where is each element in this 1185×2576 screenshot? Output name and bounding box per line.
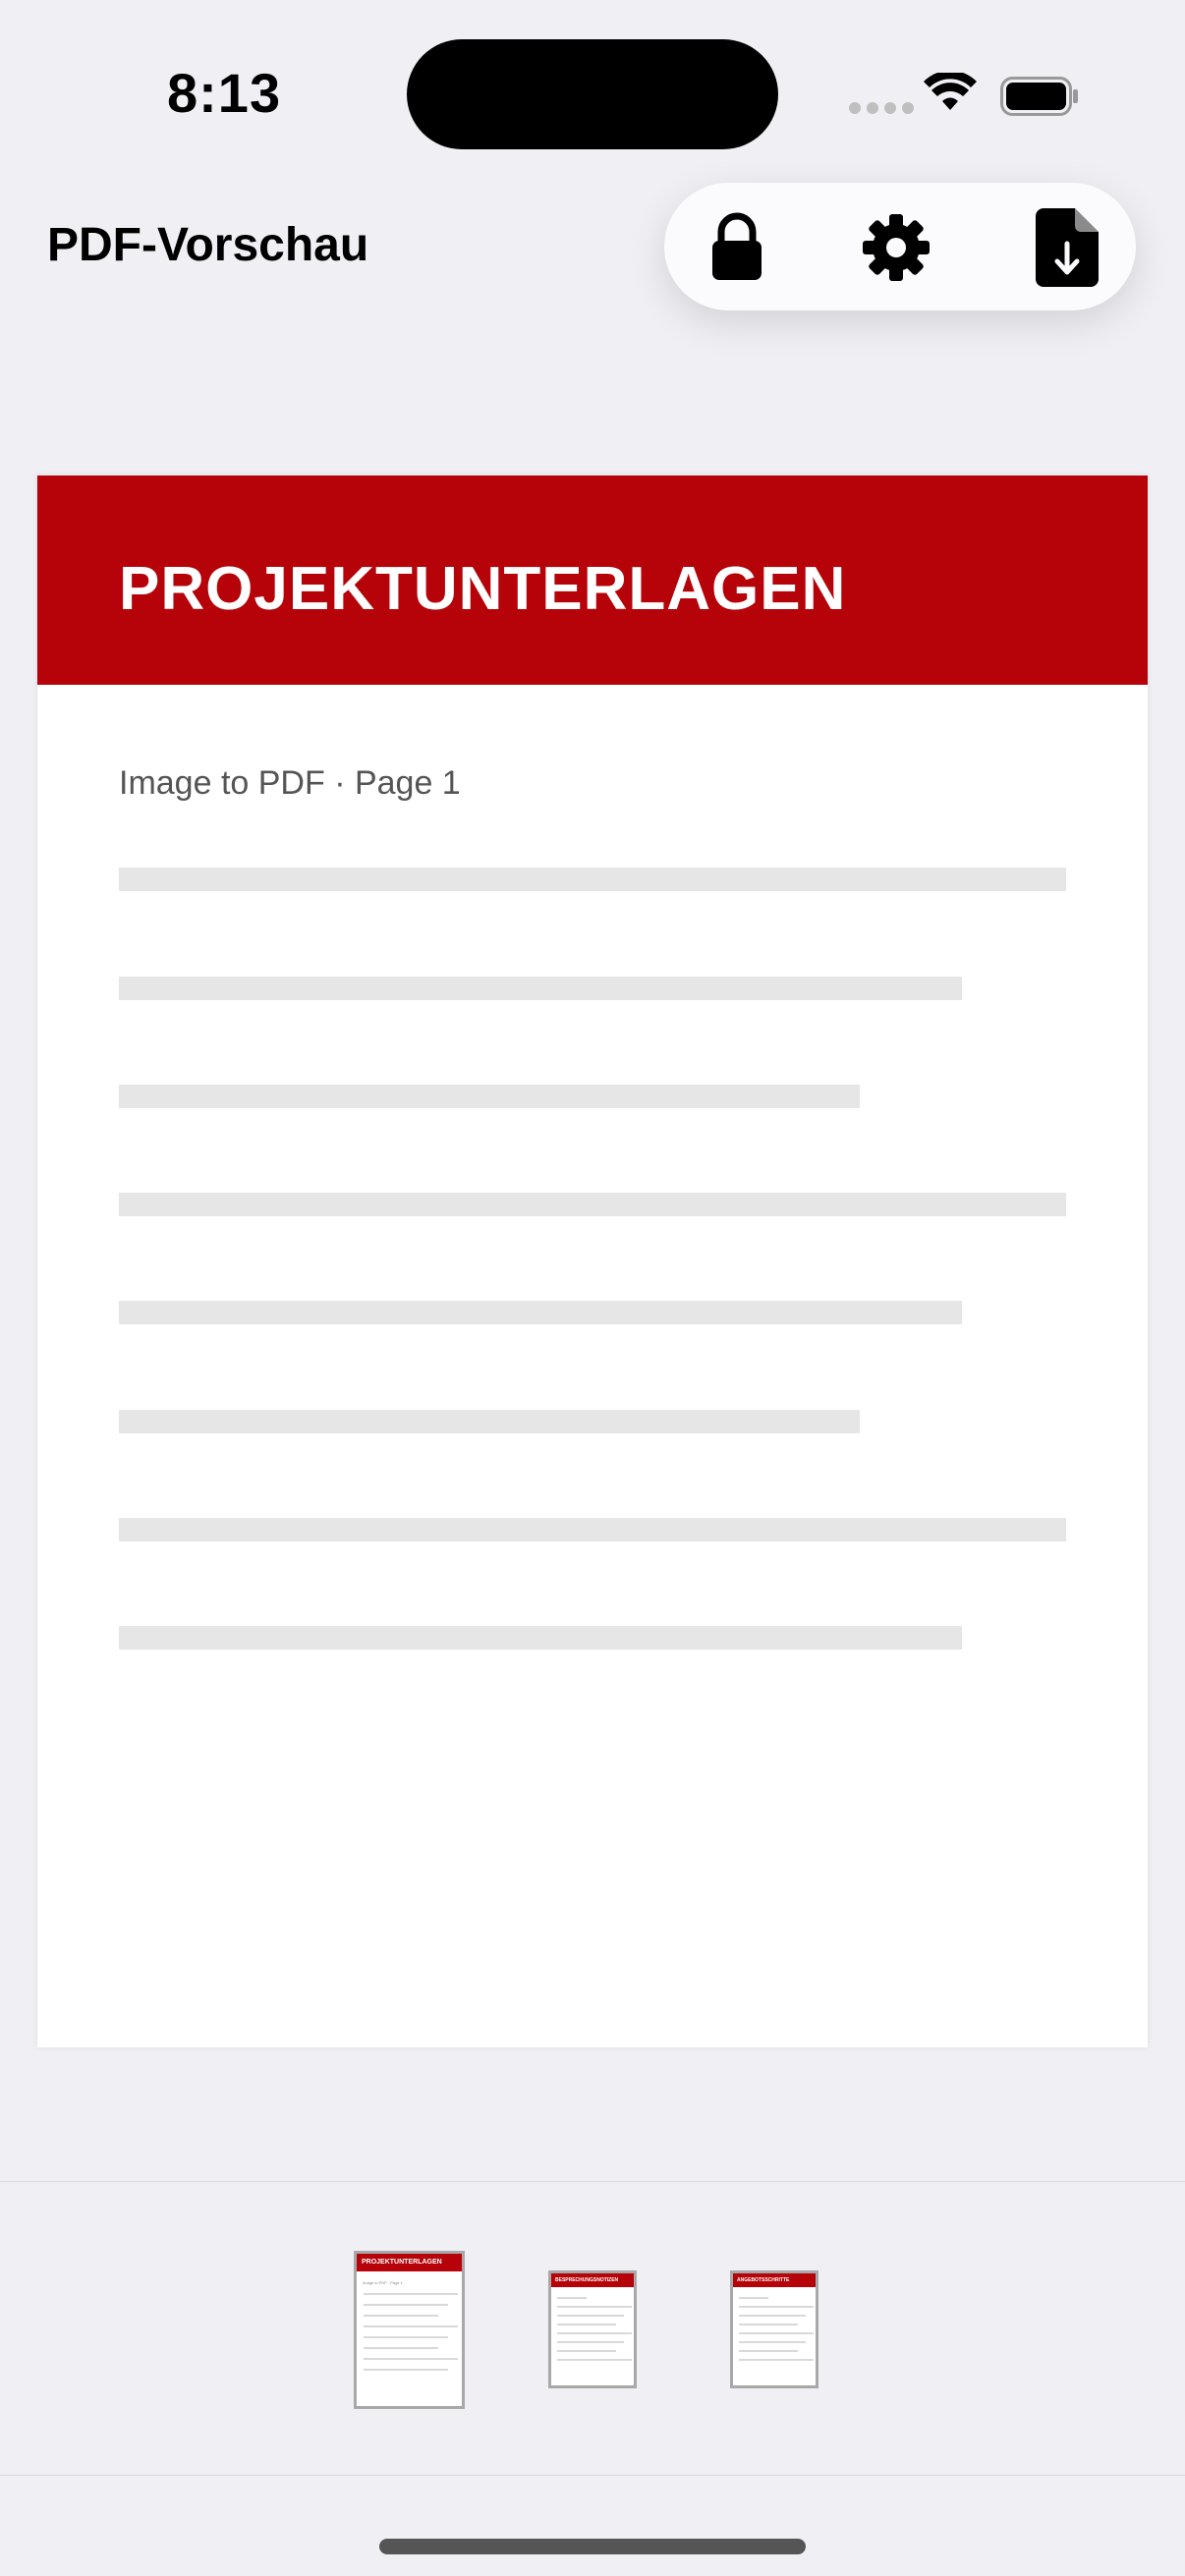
thumbnail-strip: PROJEKTUNTERLAGEN Image to PDF · Page 1 … <box>0 2181 1185 2476</box>
gear-icon <box>863 214 930 281</box>
thumbnail-line <box>739 2341 806 2343</box>
placeholder-line <box>119 1085 860 1108</box>
placeholder-line <box>119 1626 962 1650</box>
thumbnail-line <box>364 2293 458 2295</box>
thumbnail-line <box>557 2306 632 2308</box>
thumbnail-line <box>557 2332 632 2334</box>
thumbnail-line <box>364 2315 438 2317</box>
thumbnail-line <box>364 2336 448 2338</box>
page-thumbnail-1[interactable]: PROJEKTUNTERLAGEN Image to PDF · Page 1 <box>354 2251 465 2409</box>
page-header-banner: PROJEKTUNTERLAGEN <box>37 476 1148 685</box>
placeholder-line <box>119 1301 962 1324</box>
thumbnail-line <box>364 2369 448 2371</box>
settings-button[interactable] <box>857 208 935 287</box>
thumbnail-title: BESPRECHUNGSNOTIZEN <box>551 2273 634 2287</box>
status-time: 8:13 <box>167 62 282 124</box>
thumbnail-line <box>364 2325 458 2327</box>
placeholder-line <box>119 1193 1066 1216</box>
thumbnail-line <box>739 2306 814 2308</box>
document-download-icon <box>1036 208 1099 287</box>
cellular-signal-icon <box>849 102 914 114</box>
thumbnail-line <box>739 2350 798 2352</box>
thumbnail-subtitle: Image to PDF · Page 1 <box>363 2280 403 2285</box>
home-indicator[interactable] <box>379 2539 806 2554</box>
dynamic-island <box>407 39 778 149</box>
thumbnail-line <box>739 2359 814 2361</box>
page-title: PDF-Vorschau <box>47 219 369 271</box>
thumbnail-line <box>557 2359 632 2361</box>
lock-icon <box>712 212 762 280</box>
thumbnail-title: ANGEBOTSSCHRITTE <box>733 2273 816 2287</box>
thumbnail-line <box>364 2347 438 2349</box>
thumbnail-line <box>557 2324 616 2325</box>
thumbnail-line <box>557 2350 616 2352</box>
thumbnail-line <box>739 2315 806 2317</box>
placeholder-line <box>119 868 1066 891</box>
lock-button[interactable] <box>698 208 776 287</box>
placeholder-line <box>119 1410 860 1433</box>
document-title: PROJEKTUNTERLAGEN <box>119 555 847 623</box>
thumbnail-line <box>739 2324 798 2325</box>
thumbnail-line <box>364 2304 448 2306</box>
thumbnail-line <box>739 2297 768 2299</box>
page-thumbnail-3[interactable]: ANGEBOTSSCHRITTE <box>730 2270 818 2388</box>
placeholder-line <box>119 1518 1066 1541</box>
document-subtitle: Image to PDF · Page 1 <box>119 764 461 802</box>
placeholder-line <box>119 977 962 1000</box>
thumbnail-line <box>557 2315 624 2317</box>
download-pdf-button[interactable] <box>1028 208 1106 287</box>
wifi-icon <box>924 70 977 117</box>
page-thumbnail-2[interactable]: BESPRECHUNGSNOTIZEN <box>548 2270 637 2388</box>
thumbnail-line <box>557 2297 587 2299</box>
thumbnail-line <box>557 2341 624 2343</box>
thumbnail-line <box>739 2332 814 2334</box>
thumbnail-line <box>364 2358 458 2360</box>
toolbar <box>664 183 1136 310</box>
pdf-page-preview[interactable]: PROJEKTUNTERLAGEN Image to PDF · Page 1 <box>37 476 1148 2047</box>
status-bar: 8:13 <box>0 0 1185 187</box>
thumbnail-title: PROJEKTUNTERLAGEN <box>357 2254 462 2271</box>
battery-icon <box>1000 77 1079 121</box>
